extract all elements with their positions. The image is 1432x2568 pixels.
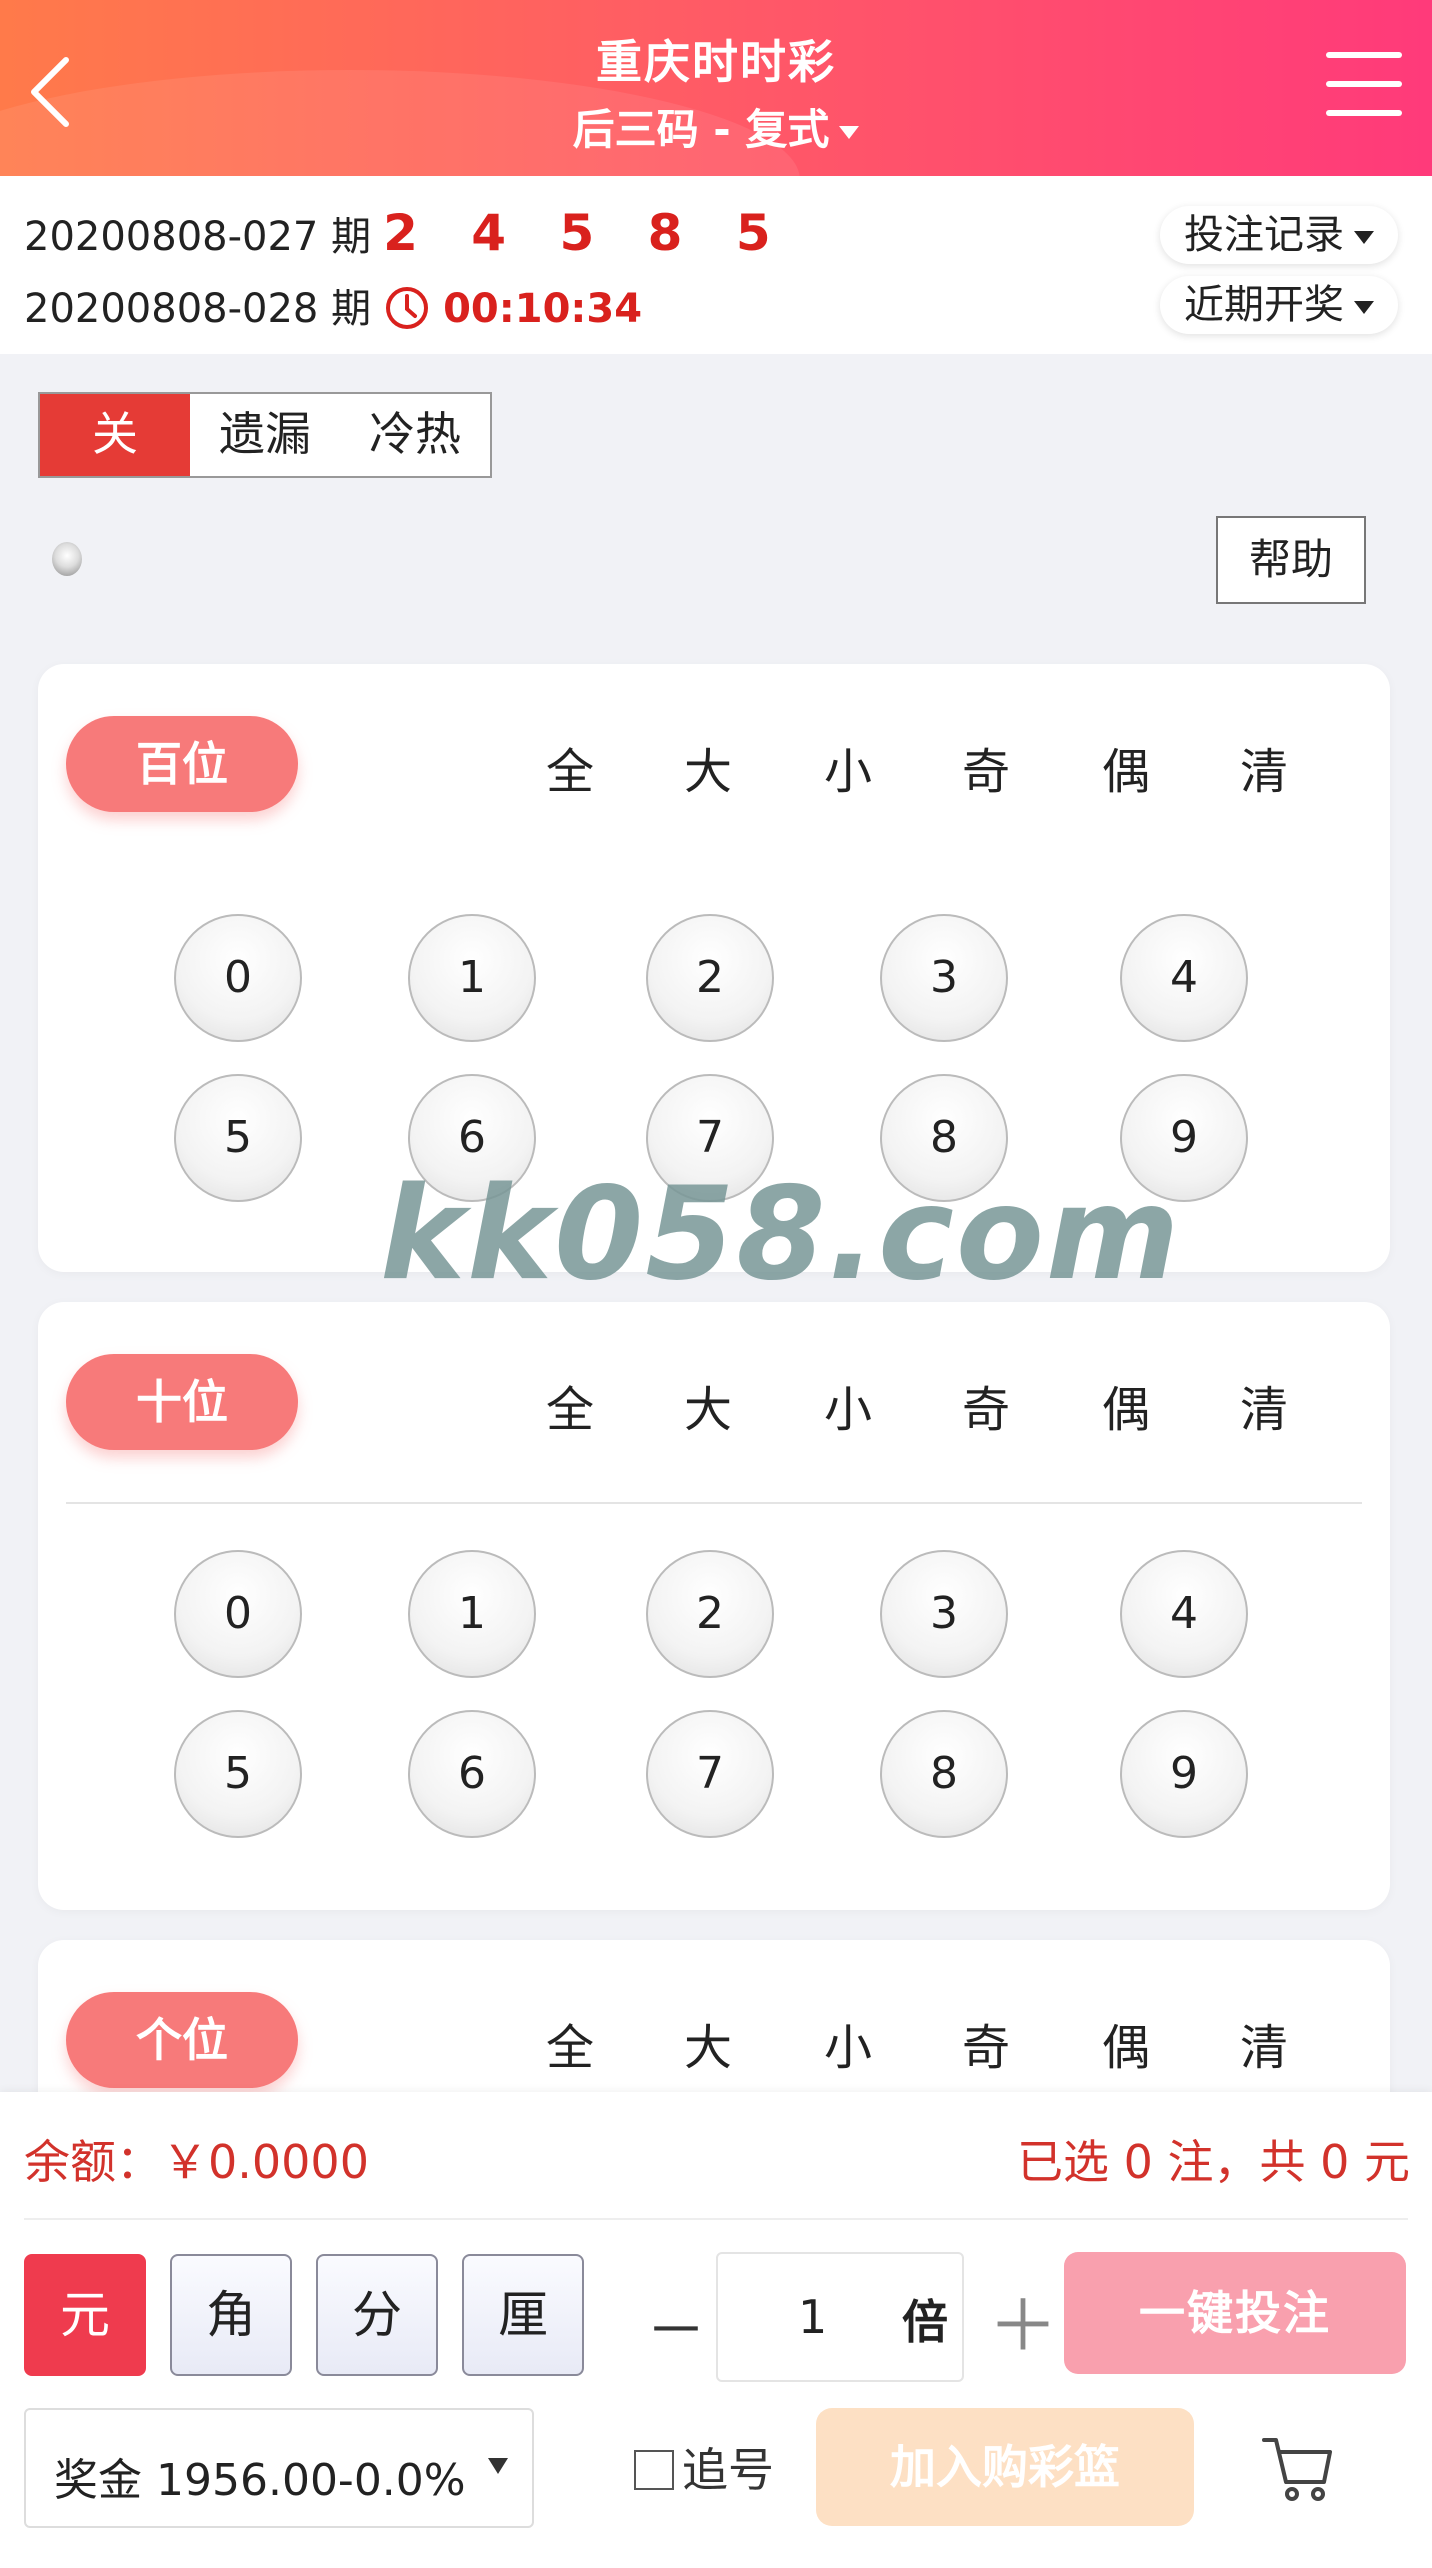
multiplier-input[interactable]: 1 倍 — [716, 2252, 964, 2382]
increase-multiplier-button[interactable]: ＋ — [988, 2270, 1058, 2371]
panel-divider — [24, 2218, 1408, 2220]
selection-summary: 已选 0 注，共 0 元 — [1016, 2135, 1410, 2189]
previous-issue-label: 20200808-027 期 — [24, 214, 372, 260]
page-title: 重庆时时彩 — [596, 35, 836, 89]
quick-select-clear[interactable]: 清 — [1240, 2008, 1288, 2078]
position-label: 个位 — [66, 1992, 298, 2088]
toggle-miss[interactable]: 遗漏 — [190, 394, 340, 476]
bet-panel: 余额：￥0.0000 已选 0 注，共 0 元 元 角 分 厘 － 1 倍 ＋ … — [0, 2092, 1432, 2568]
play-type-label: 后三码 - 复式 — [572, 105, 830, 154]
watermark: kk058.com — [380, 1160, 1182, 1309]
quick-select-small[interactable]: 小 — [824, 2008, 872, 2078]
multiplier-unit: 倍 — [902, 2295, 948, 2349]
number-ball[interactable]: 5 — [174, 1710, 302, 1838]
balance-text: 余额：￥0.0000 — [24, 2135, 369, 2189]
card-divider — [66, 1502, 1362, 1504]
toggle-off[interactable]: 关 — [40, 394, 190, 476]
multiplier-value: 1 — [798, 2290, 828, 2344]
number-ball[interactable]: 1 — [408, 914, 536, 1042]
quick-select-odd[interactable]: 奇 — [962, 732, 1010, 802]
bet-record-dropdown[interactable]: 投注记录 — [1160, 206, 1398, 264]
add-to-cart-button[interactable]: 加入购彩篮 — [816, 2408, 1194, 2526]
unit-jiao-button[interactable]: 角 — [170, 2254, 292, 2376]
caret-down-icon — [1354, 300, 1374, 314]
number-ball[interactable]: 9 — [1120, 1710, 1248, 1838]
winning-numbers: 2 4 5 8 5 — [383, 204, 789, 262]
countdown-timer: 00:10:34 — [443, 286, 643, 332]
number-ball[interactable]: 6 — [408, 1710, 536, 1838]
chase-number-checkbox[interactable]: 追号 — [634, 2434, 774, 2500]
caret-down-icon — [1354, 230, 1374, 244]
indicator-dot[interactable] — [52, 542, 82, 576]
quick-select-small[interactable]: 小 — [824, 732, 872, 802]
quick-select-clear[interactable]: 清 — [1240, 732, 1288, 802]
quick-select-small[interactable]: 小 — [824, 1370, 872, 1440]
toggle-hot-cold[interactable]: 冷热 — [340, 394, 490, 476]
checkbox-icon — [634, 2450, 674, 2490]
quick-select-even[interactable]: 偶 — [1102, 732, 1150, 802]
quick-select-even[interactable]: 偶 — [1102, 2008, 1150, 2078]
unit-li-button[interactable]: 厘 — [462, 2254, 584, 2376]
clock-icon — [386, 287, 429, 329]
prize-value: 奖金 1956.00-0.0% — [54, 2455, 466, 2506]
quick-select-big[interactable]: 大 — [684, 732, 732, 802]
issue-bar: 20200808-027 期2 4 5 8 5 20200808-028 期 00… — [0, 176, 1432, 354]
quick-select-odd[interactable]: 奇 — [962, 1370, 1010, 1440]
position-label: 十位 — [66, 1354, 298, 1450]
number-ball[interactable]: 2 — [646, 1550, 774, 1678]
caret-down-icon — [839, 126, 860, 139]
quick-select-even[interactable]: 偶 — [1102, 1370, 1150, 1440]
quick-select-all[interactable]: 全 — [546, 732, 594, 802]
position-card-tens: 十位 全 大 小 奇 偶 清 0 1 2 3 4 5 6 7 8 9 — [38, 1302, 1390, 1910]
current-issue-row: 20200808-028 期 00:10:34 — [24, 276, 642, 334]
recent-draws-dropdown[interactable]: 近期开奖 — [1160, 276, 1398, 334]
hamburger-menu-icon[interactable] — [1326, 52, 1402, 118]
unit-yuan-button[interactable]: 元 — [24, 2254, 146, 2376]
recent-draws-label: 近期开奖 — [1184, 282, 1344, 328]
previous-issue-row: 20200808-027 期2 4 5 8 5 — [24, 204, 789, 262]
stats-toggle: 关 遗漏 冷热 — [38, 392, 492, 478]
prize-select[interactable]: 奖金 1956.00-0.0% — [24, 2408, 534, 2528]
chase-label: 追号 — [682, 2443, 774, 2497]
dropdown-arrow-icon — [488, 2458, 508, 2474]
number-ball[interactable]: 1 — [408, 1550, 536, 1678]
quick-select-clear[interactable]: 清 — [1240, 1370, 1288, 1440]
number-ball[interactable]: 0 — [174, 1550, 302, 1678]
quick-select-odd[interactable]: 奇 — [962, 2008, 1010, 2078]
shopping-cart-icon[interactable] — [1258, 2426, 1338, 2506]
number-ball[interactable]: 3 — [880, 914, 1008, 1042]
number-ball[interactable]: 8 — [880, 1710, 1008, 1838]
position-label: 百位 — [66, 716, 298, 812]
number-ball[interactable]: 3 — [880, 1550, 1008, 1678]
number-ball[interactable]: 2 — [646, 914, 774, 1042]
quick-select-all[interactable]: 全 — [546, 2008, 594, 2078]
one-click-bet-button[interactable]: 一键投注 — [1064, 2252, 1406, 2374]
quick-select-all[interactable]: 全 — [546, 1370, 594, 1440]
number-ball[interactable]: 7 — [646, 1710, 774, 1838]
number-ball[interactable]: 4 — [1120, 1550, 1248, 1678]
current-issue-label: 20200808-028 期 — [24, 286, 372, 332]
number-ball[interactable]: 4 — [1120, 914, 1248, 1042]
quick-select-big[interactable]: 大 — [684, 2008, 732, 2078]
help-button[interactable]: 帮助 — [1216, 516, 1366, 604]
bet-record-label: 投注记录 — [1184, 212, 1344, 258]
unit-fen-button[interactable]: 分 — [316, 2254, 438, 2376]
play-type-selector[interactable]: 后三码 - 复式 — [0, 96, 1432, 157]
app-header: 重庆时时彩 后三码 - 复式 — [0, 0, 1432, 176]
quick-select-big[interactable]: 大 — [684, 1370, 732, 1440]
decrease-multiplier-button[interactable]: － — [646, 2282, 706, 2369]
number-ball[interactable]: 0 — [174, 914, 302, 1042]
number-ball[interactable]: 5 — [174, 1074, 302, 1202]
